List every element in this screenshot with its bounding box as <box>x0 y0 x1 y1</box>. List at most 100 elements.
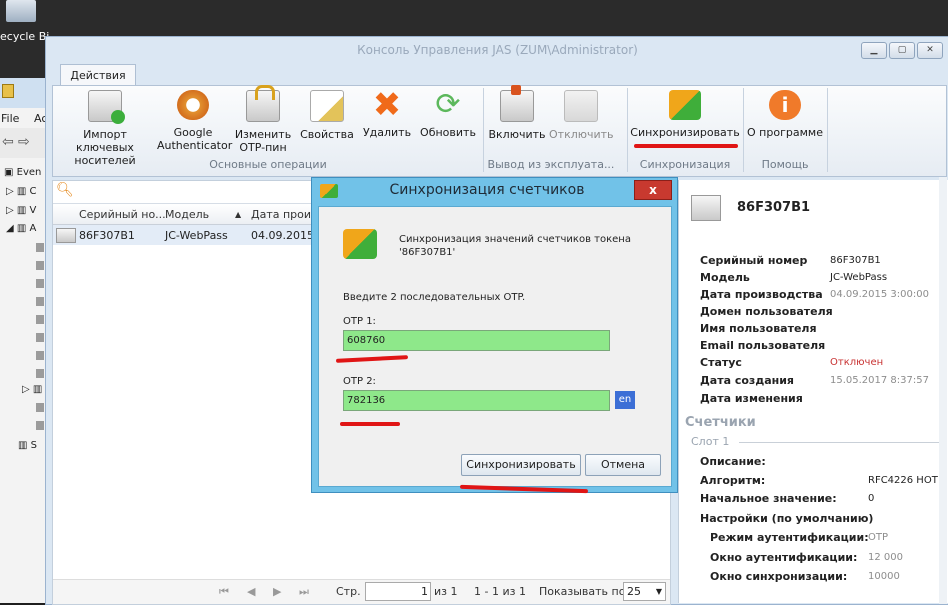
otp2-label: OTP 2: <box>343 376 376 387</box>
cell-serial: 86F307B1 <box>79 229 135 242</box>
slot-title: Слот 1 <box>691 435 730 448</box>
status-value: Отключен <box>830 357 884 368</box>
field-label: Имя пользователя <box>700 322 817 335</box>
prev-page-icon[interactable]: ◀ <box>247 585 255 598</box>
otp2-input[interactable]: 782136 <box>343 390 610 411</box>
setting-value: 12 000 <box>868 552 903 563</box>
change-otp-pin-button[interactable]: Изменить OTP-пин <box>233 85 293 154</box>
delete-icon: ✖ <box>372 85 402 125</box>
enable-button[interactable]: Включить <box>487 85 547 141</box>
dialog-close-button[interactable]: x <box>634 180 672 200</box>
column-serial[interactable]: Серийный но... <box>79 208 166 221</box>
minimize-icon[interactable]: ▁ <box>861 42 887 59</box>
counter-label: Алгоритм: <box>700 474 766 487</box>
details-header: 86F307B1 <box>737 200 811 215</box>
tree-item-v[interactable]: ▷ ▥ V <box>6 205 36 216</box>
column-model[interactable]: Модель <box>165 208 209 221</box>
slot-divider <box>739 442 939 443</box>
counter-label: Начальное значение: <box>700 492 837 505</box>
close-icon[interactable]: ✕ <box>917 42 943 59</box>
import-button[interactable]: Импорт ключевых носителей <box>55 90 155 167</box>
google-authenticator-button[interactable]: Google Authenticator <box>157 90 232 152</box>
annotation-underline-sync <box>634 144 738 148</box>
cancel-button[interactable]: Отмена <box>585 454 661 476</box>
range-label: 1 - 1 из 1 <box>474 585 526 598</box>
tree-item-events[interactable]: ▣ Even <box>4 167 41 178</box>
annotation-underline-otp2 <box>340 422 400 426</box>
recycle-bin-icon[interactable] <box>6 0 36 22</box>
counter-value: RFC4226 HOT <box>868 475 938 486</box>
sync-dialog: Синхронизация счетчиков x Синхронизация … <box>311 177 678 493</box>
first-page-icon[interactable]: ⏮ <box>219 585 229 599</box>
group-label-decommission: Вывод из эксплуата... <box>487 158 615 171</box>
field-label: Модель <box>700 271 750 284</box>
field-label: Домен пользователя <box>700 305 833 318</box>
maximize-icon[interactable]: ▢ <box>889 42 915 59</box>
background-console: File Ac ⇦ ⇨ ▣ Even ▷ ▥ C ▷ ▥ V ◢ ▥ A ▷ ▥… <box>0 78 49 603</box>
console-icon <box>2 84 14 98</box>
dialog-instruction: Введите 2 последовательных OTP. <box>343 292 526 303</box>
pager: ⏮ ◀ ▶ ⏭ Стр. 1 из 1 1 - 1 из 1 Показыват… <box>53 579 670 604</box>
field-label: Серийный номер <box>700 254 808 267</box>
forward-arrow-icon[interactable]: ⇨ <box>18 134 30 150</box>
token-pin-icon <box>246 85 280 122</box>
page-input[interactable]: 1 <box>365 582 431 601</box>
counters-title: Счетчики <box>685 415 756 430</box>
info-icon: i <box>769 90 801 120</box>
chevron-down-icon: ▼ <box>655 587 662 596</box>
tree-item-a[interactable]: ◢ ▥ A <box>6 223 36 234</box>
otp1-label: OTP 1: <box>343 316 376 327</box>
properties-icon <box>310 90 344 122</box>
page-size-select[interactable]: 25 ▼ <box>623 582 666 601</box>
page-of-label: из 1 <box>434 585 458 598</box>
disable-button[interactable]: Отключить <box>549 90 614 141</box>
tree-item-folder[interactable]: ▷ ▥ <box>22 384 42 395</box>
search-icon[interactable]: 🔍︎ <box>56 182 74 198</box>
last-page-icon[interactable]: ⏭ <box>299 585 309 599</box>
sync-icon <box>669 90 701 120</box>
otp1-input[interactable]: 608760 <box>343 330 610 351</box>
group-label-sync: Синхронизация <box>639 158 731 171</box>
window-title: Консоль Управления JAS (ZUM\Administrato… <box>357 43 638 57</box>
refresh-icon: ⟳ <box>435 87 461 122</box>
token-icon <box>56 228 76 243</box>
field-value: 04.09.2015 3:00:00 <box>830 289 929 300</box>
field-value: 15.05.2017 8:37:57 <box>830 375 929 386</box>
tree-token-icons-2 <box>36 403 44 435</box>
setting-value: OTP <box>868 532 889 543</box>
sync-button[interactable]: Синхронизировать <box>461 454 581 476</box>
page-size-label: Показывать по <box>539 585 626 598</box>
counter-label: Настройки (по умолчанию) <box>700 512 874 525</box>
menu-file[interactable]: File <box>1 112 19 125</box>
details-scrollbar[interactable] <box>939 177 947 604</box>
google-authenticator-icon <box>177 90 209 120</box>
group-separator <box>743 88 744 172</box>
background-toolbar: ⇦ ⇨ <box>0 128 48 158</box>
import-token-icon <box>88 90 125 124</box>
tree-item-c[interactable]: ▷ ▥ C <box>6 186 36 197</box>
group-separator <box>483 88 484 172</box>
sync-ribbon-button[interactable]: Синхронизировать <box>629 90 741 139</box>
group-label-help: Помощь <box>761 158 809 171</box>
enable-token-icon <box>500 85 534 122</box>
details-pane: 86F307B1 Серийный номер 86F307B1 Модель … <box>678 180 948 603</box>
recycle-bin-label: ecycle Bi <box>0 30 50 43</box>
token-large-icon <box>691 195 721 221</box>
back-arrow-icon[interactable]: ⇦ <box>2 134 14 150</box>
sync-icon <box>320 184 338 198</box>
counter-value: 0 <box>868 493 875 504</box>
about-button[interactable]: i О программе <box>745 90 825 139</box>
refresh-button[interactable]: ⟳ Обновить <box>417 87 479 140</box>
setting-label: Окно синхронизации: <box>710 570 848 583</box>
tree-token-icons <box>36 243 44 383</box>
dialog-title: Синхронизация счетчиков <box>389 182 585 198</box>
field-label: Дата изменения <box>700 392 803 405</box>
field-label: Дата создания <box>700 374 794 387</box>
tree-item-s[interactable]: ▥ S <box>18 440 37 451</box>
setting-value: 10000 <box>868 571 900 582</box>
next-page-icon[interactable]: ▶ <box>273 585 281 598</box>
properties-button[interactable]: Свойства <box>299 90 355 141</box>
window-controls: ▁ ▢ ✕ <box>859 42 943 59</box>
delete-button[interactable]: ✖ Удалить <box>359 85 415 139</box>
tab-actions[interactable]: Действия <box>60 64 136 87</box>
